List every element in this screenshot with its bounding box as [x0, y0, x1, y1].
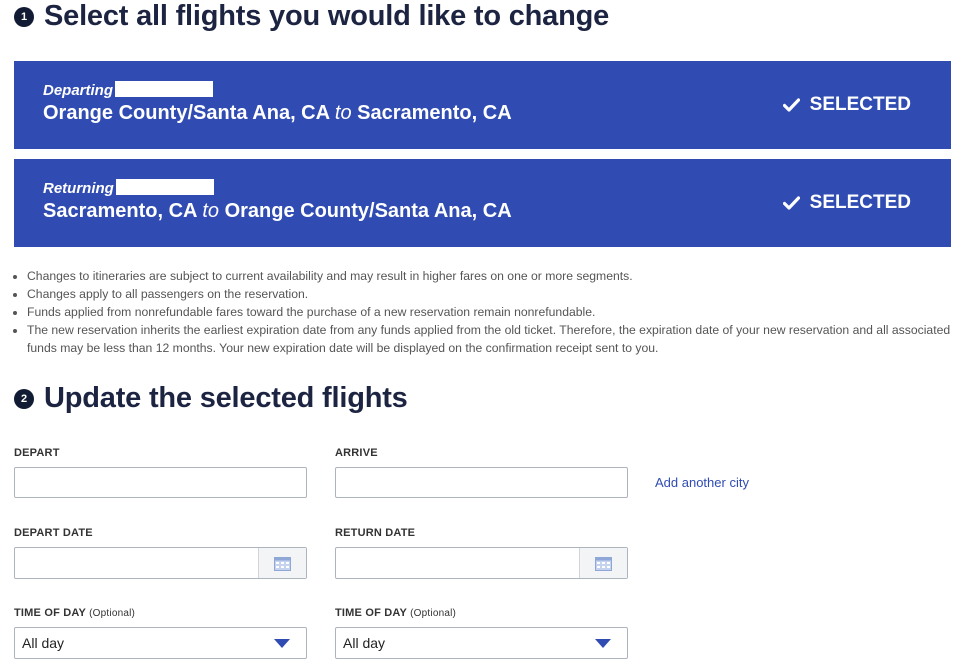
depart-time-of-day-label: TIME OF DAY (Optional): [14, 607, 135, 619]
redacted-date: [115, 81, 214, 97]
flight-route: Orange County/Santa Ana, CA to Sacrament…: [43, 102, 512, 125]
direction-text: Returning: [43, 180, 114, 197]
origin-city: Orange County/Santa Ana, CA: [43, 102, 330, 124]
destination-city: Sacramento, CA: [357, 102, 512, 124]
step-number-badge: 2: [14, 388, 34, 409]
note-item: Changes to itineraries are subject to cu…: [27, 267, 956, 285]
return-time-of-day-select[interactable]: All day: [335, 627, 628, 659]
selected-label: SELECTED: [809, 94, 911, 115]
arrive-input[interactable]: [335, 467, 628, 498]
select-value: All day: [343, 635, 386, 651]
time-of-day-text: TIME OF DAY: [14, 607, 86, 619]
depart-calendar-button[interactable]: [258, 548, 306, 578]
checkmark-icon: [782, 98, 800, 112]
caret-down-icon: [595, 639, 611, 648]
step-1-heading: 1 Select all flights you would like to c…: [14, 0, 609, 33]
return-time-of-day-label: TIME OF DAY (Optional): [335, 607, 456, 619]
step-number-badge: 1: [14, 6, 34, 27]
select-value: All day: [22, 635, 65, 651]
redacted-date: [115, 179, 214, 195]
route-connector: to: [202, 200, 219, 222]
destination-city: Orange County/Santa Ana, CA: [224, 200, 512, 222]
optional-text: (Optional): [89, 608, 136, 619]
route-connector: to: [334, 102, 352, 124]
depart-date-label: DEPART DATE: [14, 527, 93, 539]
change-policy-notes: Changes to itineraries are subject to cu…: [14, 267, 956, 357]
note-item: Funds applied from nonrefundable fares t…: [27, 303, 956, 321]
returning-flight-card[interactable]: Returning Sacramento, CA to Orange Count…: [14, 159, 951, 247]
flight-route: Sacramento, CA to Orange County/Santa An…: [43, 200, 512, 223]
optional-text: (Optional): [410, 608, 457, 619]
depart-input[interactable]: [14, 467, 307, 498]
step-2-heading: 2 Update the selected flights: [14, 382, 408, 415]
depart-time-of-day-select[interactable]: All day: [14, 627, 307, 659]
return-date-label: RETURN DATE: [335, 527, 416, 539]
add-another-city-link[interactable]: Add another city: [655, 475, 749, 490]
checkmark-icon: [782, 196, 800, 210]
direction-text: Departing: [43, 82, 114, 99]
step-title: Update the selected flights: [44, 382, 408, 414]
calendar-icon: [274, 556, 291, 571]
step-title: Select all flights you would like to cha…: [44, 0, 610, 32]
return-date-field[interactable]: [335, 547, 628, 579]
depart-label: DEPART: [14, 447, 60, 459]
caret-down-icon: [274, 639, 290, 648]
flight-direction-label: Returning: [43, 179, 214, 197]
selected-indicator: SELECTED: [782, 192, 911, 214]
selected-label: SELECTED: [809, 192, 911, 213]
note-item: Changes apply to all passengers on the r…: [27, 285, 956, 303]
arrive-label: ARRIVE: [335, 447, 378, 459]
flight-direction-label: Departing: [43, 81, 214, 99]
note-item: The new reservation inherits the earlies…: [27, 321, 956, 357]
depart-date-field[interactable]: [14, 547, 307, 579]
time-of-day-text: TIME OF DAY: [335, 607, 407, 619]
calendar-icon: [595, 556, 612, 571]
departing-flight-card[interactable]: Departing Orange County/Santa Ana, CA to…: [14, 61, 951, 149]
return-calendar-button[interactable]: [579, 548, 627, 578]
origin-city: Sacramento, CA: [43, 200, 197, 222]
selected-indicator: SELECTED: [782, 94, 911, 116]
